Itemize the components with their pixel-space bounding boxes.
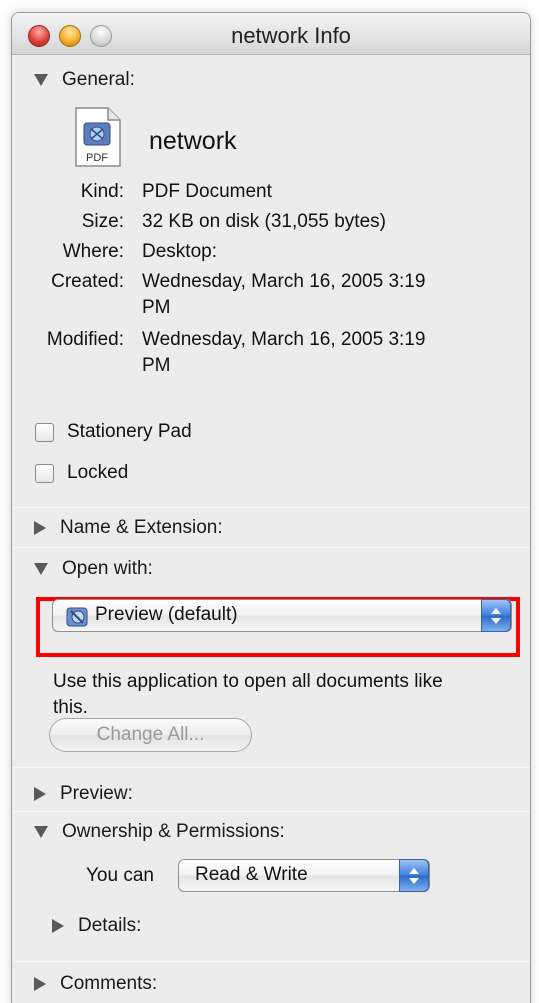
size-value: 32 KB on disk (31,055 bytes) (142, 211, 386, 232)
stationery-pad-box[interactable] (35, 422, 54, 442)
locked-label: Locked (67, 462, 129, 483)
size-label: Size: (81, 211, 124, 232)
divider (12, 961, 530, 962)
comments-header: Comments: (60, 973, 158, 994)
modified-label: Modified: (46, 329, 124, 350)
permission-value: Read & Write (195, 864, 308, 885)
disclosure-triangle-icon (34, 74, 48, 86)
title-bar[interactable]: network Info (12, 13, 530, 55)
disclosure-triangle-icon (34, 563, 48, 575)
divider (12, 547, 530, 548)
divider (12, 811, 530, 812)
details-disclosure[interactable]: Details: (52, 915, 141, 937)
open-with-header: Open with: (62, 558, 153, 579)
info-window: network Info General: PDF network Kind: … (11, 12, 531, 1003)
ownership-disclosure[interactable]: Ownership & Permissions: (34, 821, 285, 843)
popup-arrows-icon (399, 859, 429, 892)
modified-value-line2: PM (142, 355, 171, 376)
comments-disclosure[interactable]: Comments: (34, 973, 157, 995)
kind-value: PDF Document (142, 181, 272, 202)
where-value: Desktop: (142, 241, 217, 262)
stationery-pad-label: Stationery Pad (67, 421, 192, 442)
preview-disclosure[interactable]: Preview: (34, 783, 133, 805)
modified-value-line1: Wednesday, March 16, 2005 3:19 (142, 329, 426, 350)
selected-app-label: Preview (default) (95, 604, 238, 625)
you-can-label: You can (86, 865, 154, 886)
where-label: Where: (62, 241, 124, 262)
disclosure-triangle-icon (34, 787, 46, 801)
preview-app-icon (65, 605, 89, 629)
open-with-popup[interactable]: Preview (default) (52, 599, 512, 632)
divider (12, 507, 530, 508)
pdf-document-icon: PDF (74, 107, 122, 167)
name-extension-disclosure[interactable]: Name & Extension: (34, 517, 223, 539)
window-title: network Info (231, 23, 351, 48)
details-label: Details: (78, 915, 142, 936)
preview-header: Preview: (60, 783, 133, 804)
created-value-line1: Wednesday, March 16, 2005 3:19 (142, 271, 426, 292)
disclosure-triangle-icon (34, 977, 46, 991)
info-row-modified: Modified: Wednesday, March 16, 2005 3:19… (12, 327, 530, 379)
open-with-description: Use this application to open all documen… (53, 671, 443, 718)
created-value-line2: PM (142, 297, 171, 318)
locked-checkbox[interactable]: Locked (35, 462, 128, 484)
created-label: Created: (51, 271, 124, 292)
disclosure-triangle-icon (34, 521, 46, 535)
popup-arrows-icon (481, 599, 511, 632)
ownership-header: Ownership & Permissions: (62, 821, 285, 842)
disclosure-triangle-icon (52, 919, 64, 933)
name-extension-header: Name & Extension: (60, 517, 223, 538)
info-row-created: Created: Wednesday, March 16, 2005 3:19 … (12, 269, 530, 321)
disclosure-triangle-icon (34, 826, 48, 838)
file-name: network (149, 127, 237, 155)
general-disclosure[interactable]: General: (34, 69, 135, 91)
change-all-button[interactable]: Change All... (49, 718, 252, 752)
open-with-disclosure[interactable]: Open with: (34, 558, 153, 580)
divider (12, 767, 530, 768)
pdf-badge: PDF (86, 152, 108, 164)
stationery-pad-checkbox[interactable]: Stationery Pad (35, 421, 192, 443)
permission-popup[interactable]: Read & Write (178, 859, 430, 892)
general-header: General: (62, 69, 135, 90)
locked-box[interactable] (35, 463, 54, 483)
kind-label: Kind: (80, 181, 124, 202)
